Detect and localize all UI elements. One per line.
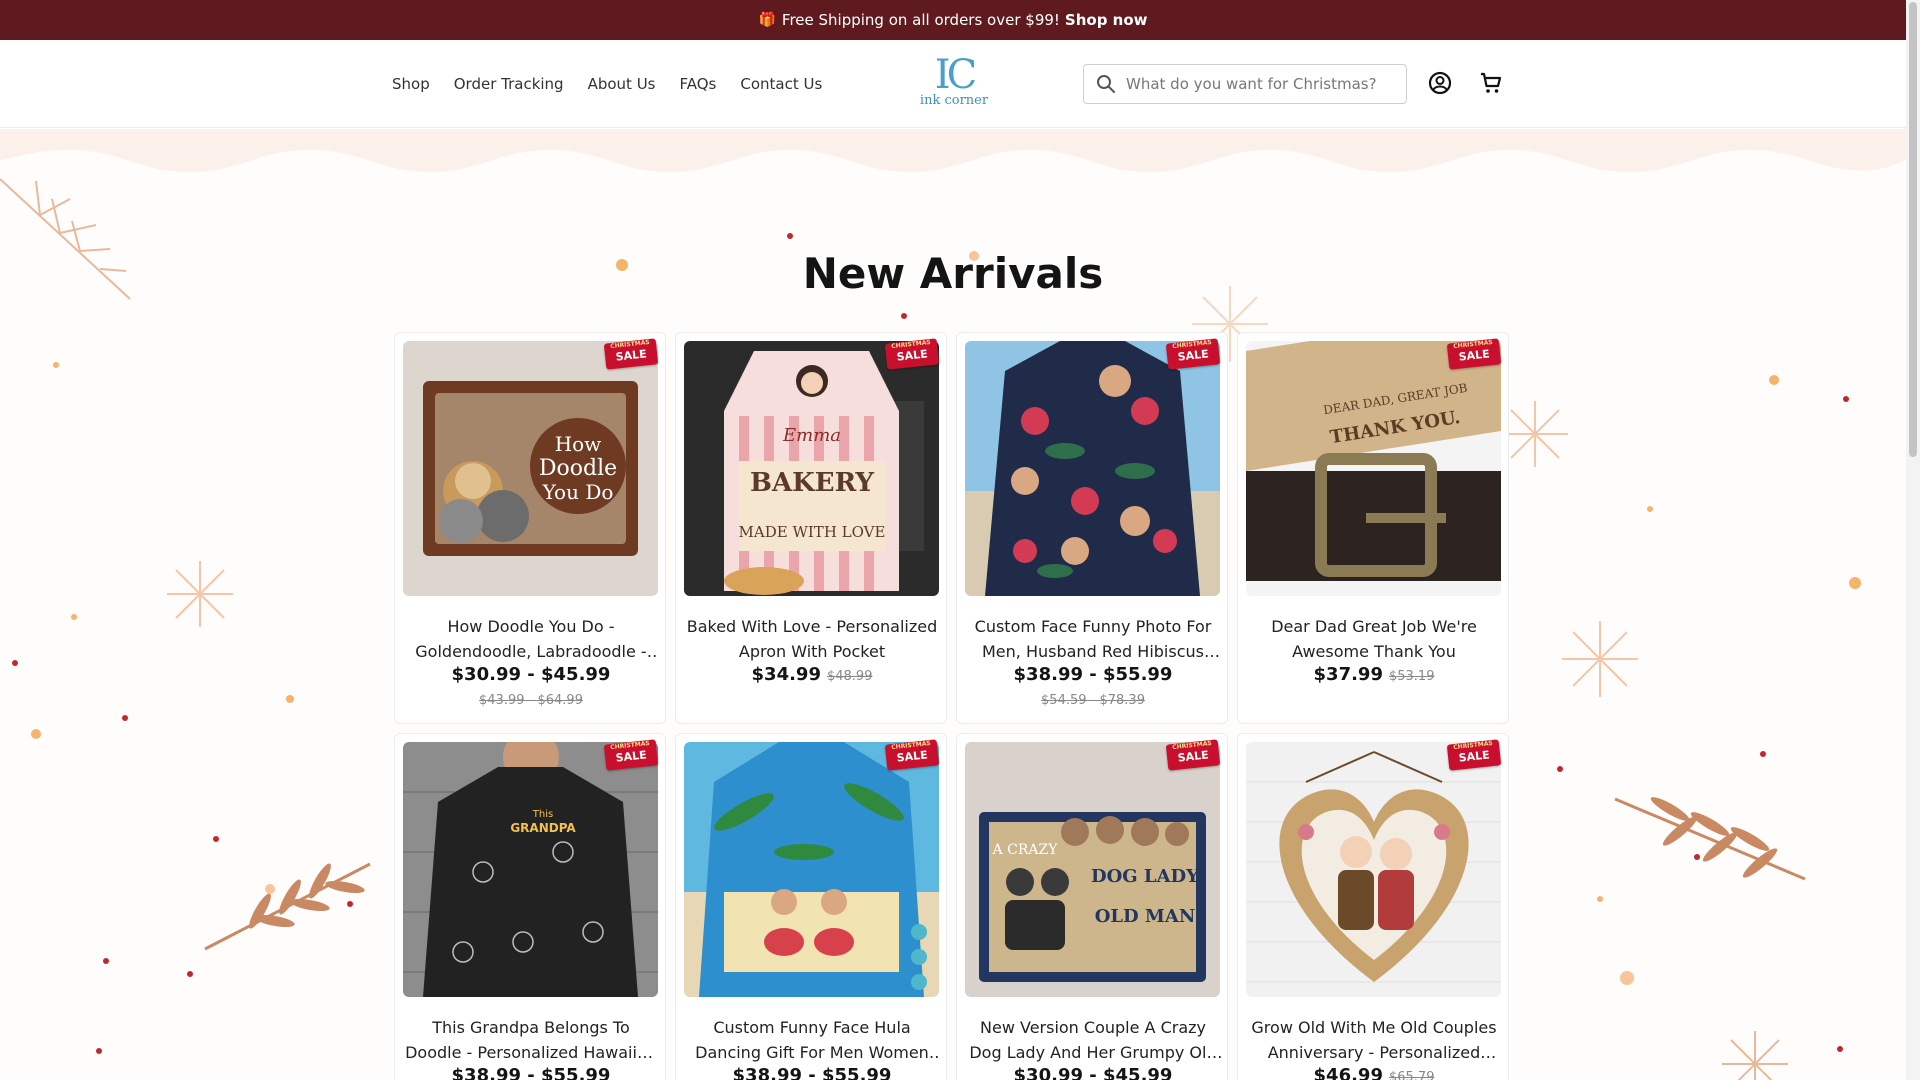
account-icon[interactable] — [1427, 70, 1453, 96]
product-price: $30.99 - $45.99 — [451, 664, 611, 685]
product-card[interactable]: CHRISTMAS SALE Custom Funny Face Hula Dan… — [675, 733, 947, 1080]
svg-text:You Do: You Do — [542, 480, 614, 504]
nav-about-us[interactable]: About Us — [588, 75, 656, 93]
svg-text:OLD MAN: OLD MAN — [1095, 906, 1196, 927]
scrollbar-thumb[interactable] — [1909, 2, 1917, 457]
product-image[interactable] — [684, 742, 939, 997]
christmas-sale-badge: CHRISTMAS SALE — [1446, 338, 1502, 370]
product-price: $46.99 $65.79 — [1238, 1065, 1510, 1080]
christmas-sale-badge: CHRISTMAS SALE — [1165, 338, 1221, 370]
svg-text:DOG LADY: DOG LADY — [1091, 866, 1200, 887]
christmas-sale-badge: CHRISTMAS SALE — [603, 338, 659, 370]
svg-text:BAKERY: BAKERY — [750, 468, 874, 498]
product-card[interactable]: This GRANDPA CHRISTMAS SALE This Grandpa … — [394, 733, 666, 1080]
product-price: $38.99 - $55.99 — [451, 1065, 611, 1080]
product-compare-price: $43.99 - $64.99 — [479, 693, 583, 708]
main-content: New Arrivals How Doodle You Do CHRISTMAS… — [0, 129, 1906, 1080]
product-title[interactable]: This Grandpa Belongs To Doodle - Persona… — [403, 1015, 659, 1065]
product-title[interactable]: Custom Face Funny Photo For Men, Husband… — [965, 614, 1221, 664]
logo-mark: IC — [934, 52, 977, 98]
svg-text:Emma: Emma — [782, 425, 841, 446]
product-card[interactable]: CHRISTMAS SALE Custom Face Funny Photo Fo… — [956, 332, 1228, 724]
product-price: $38.99 - $55.99 — [1013, 664, 1173, 685]
shop-now-link[interactable]: Shop now — [1065, 11, 1148, 29]
product-image[interactable]: Emma BAKERY MADE WITH LOVE — [684, 341, 939, 596]
product-price: $30.99 - $45.99 — [1013, 1065, 1173, 1080]
search-box[interactable] — [1083, 64, 1407, 104]
product-image[interactable]: DOG LADY OLD MAN A CRAZY — [965, 742, 1220, 997]
cart-icon[interactable] — [1478, 70, 1504, 96]
svg-text:A CRAZY: A CRAZY — [992, 842, 1059, 858]
product-title[interactable]: How Doodle You Do - Goldendoodle, Labrad… — [403, 614, 659, 664]
svg-text:Doodle: Doodle — [539, 456, 617, 481]
announcement-text: Free Shipping on all orders over $99! — [781, 11, 1060, 29]
product-image[interactable]: How Doodle You Do — [403, 341, 658, 596]
christmas-sale-badge: CHRISTMAS SALE — [1165, 739, 1221, 771]
christmas-sale-badge: CHRISTMAS SALE — [884, 338, 940, 370]
product-image[interactable] — [965, 341, 1220, 596]
christmas-sale-badge: CHRISTMAS SALE — [603, 739, 659, 771]
site-logo[interactable]: IC ink corner — [916, 54, 992, 114]
product-compare-price: $54.59 - $78.39 — [1041, 693, 1145, 708]
site-header: Shop Order Tracking About Us FAQs Contac… — [0, 40, 1906, 128]
product-image[interactable]: This GRANDPA — [403, 742, 658, 997]
product-title[interactable]: Baked With Love - Personalized Apron Wit… — [684, 614, 940, 664]
svg-text:MADE WITH LOVE: MADE WITH LOVE — [739, 523, 886, 541]
product-card[interactable]: DOG LADY OLD MAN A CRAZY CHRISTMAS SALE N… — [956, 733, 1228, 1080]
product-title[interactable]: Custom Funny Face Hula Dancing Gift For … — [684, 1015, 940, 1065]
product-image[interactable]: DEAR DAD, GREAT JOB THANK YOU. — [1246, 341, 1501, 596]
svg-text:How: How — [555, 432, 602, 456]
christmas-sale-badge: CHRISTMAS SALE — [884, 739, 940, 771]
gift-icon: 🎁 — [758, 12, 776, 28]
announcement-bar: 🎁 Free Shipping on all orders over $99! … — [0, 0, 1906, 40]
svg-text:This: This — [532, 809, 553, 820]
product-compare-price: $65.79 — [1388, 1070, 1435, 1080]
section-title: New Arrivals — [802, 249, 1104, 298]
product-card[interactable]: DEAR DAD, GREAT JOB THANK YOU. CHRISTMAS… — [1237, 332, 1509, 724]
search-input[interactable] — [1126, 75, 1386, 93]
product-card[interactable]: Emma BAKERY MADE WITH LOVE CHRISTMAS SALE… — [675, 332, 947, 724]
product-card[interactable]: How Doodle You Do CHRISTMAS SALE How Dood… — [394, 332, 666, 724]
product-title[interactable]: Dear Dad Great Job We're Awesome Thank Y… — [1246, 614, 1502, 664]
product-price: $38.99 - $55.99 — [732, 1065, 892, 1080]
christmas-sale-badge: CHRISTMAS SALE — [1446, 739, 1502, 771]
product-compare-price: $48.99 — [826, 669, 873, 684]
search-icon — [1097, 75, 1115, 93]
main-nav: Shop Order Tracking About Us FAQs Contac… — [392, 40, 822, 128]
product-image[interactable] — [1246, 742, 1501, 997]
nav-faqs[interactable]: FAQs — [680, 75, 717, 93]
nav-contact-us[interactable]: Contact Us — [740, 75, 822, 93]
nav-order-tracking[interactable]: Order Tracking — [454, 75, 564, 93]
product-price: $34.99 $48.99 — [751, 664, 873, 685]
product-title[interactable]: New Version Couple A Crazy Dog Lady And … — [965, 1015, 1221, 1065]
product-compare-price: $53.19 — [1388, 669, 1435, 684]
logo-wordmark: ink corner — [919, 93, 989, 108]
nav-shop[interactable]: Shop — [392, 75, 430, 93]
product-card[interactable]: CHRISTMAS SALE Grow Old With Me Old Coupl… — [1237, 733, 1509, 1080]
product-price: $37.99 $53.19 — [1313, 664, 1435, 685]
svg-text:GRANDPA: GRANDPA — [510, 821, 576, 835]
product-title[interactable]: Grow Old With Me Old Couples Anniversary… — [1246, 1015, 1502, 1065]
